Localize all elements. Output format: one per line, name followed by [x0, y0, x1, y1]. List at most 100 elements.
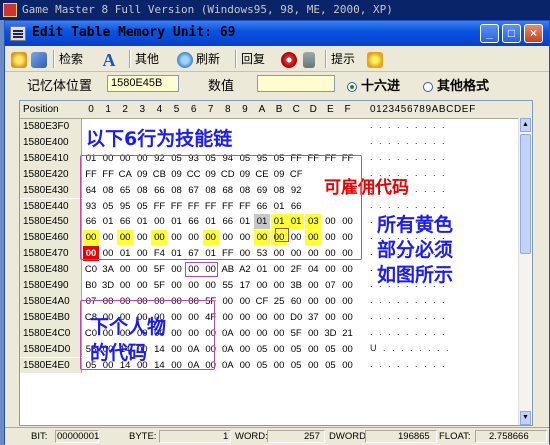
hex-cell[interactable]: 00 — [271, 342, 287, 357]
hex-cell[interactable]: 00 — [186, 278, 202, 293]
font-button[interactable]: A — [101, 49, 120, 69]
hex-cell[interactable]: 00 — [203, 278, 219, 293]
hex-cell[interactable] — [340, 135, 356, 150]
hex-cell[interactable]: 05 — [322, 358, 338, 373]
hex-cell[interactable]: 04 — [305, 262, 321, 277]
hex-cell[interactable]: 00 — [220, 310, 236, 325]
close-button[interactable]: × — [524, 24, 543, 43]
hex-cell[interactable]: D0 — [288, 310, 304, 325]
hex-cell[interactable]: 0A — [220, 358, 236, 373]
minimize-button[interactable]: _ — [480, 24, 499, 43]
hex-cell[interactable]: 00 — [237, 358, 253, 373]
hex-cell[interactable]: 00 — [237, 294, 253, 309]
hex-cell[interactable]: 37 — [305, 310, 321, 325]
hex-cell[interactable]: 00 — [117, 278, 133, 293]
hex-cell[interactable]: 00 — [340, 342, 356, 357]
hex-cell[interactable] — [288, 119, 304, 134]
hex-cell[interactable]: 00 — [254, 278, 270, 293]
hex-cell[interactable] — [322, 119, 338, 134]
hex-cell[interactable] — [271, 119, 287, 134]
hex-cell[interactable] — [322, 135, 338, 150]
hex-cell[interactable]: 00 — [237, 342, 253, 357]
hex-cell[interactable] — [288, 135, 304, 150]
hex-cell[interactable]: 17 — [237, 278, 253, 293]
hex-cell[interactable]: 00 — [322, 310, 338, 325]
wizard-button[interactable] — [367, 49, 386, 69]
hex-cell[interactable]: 00 — [340, 310, 356, 325]
scroll-thumb[interactable] — [520, 134, 531, 254]
hex-cell[interactable]: CF — [254, 294, 270, 309]
hex-cell[interactable]: B0 — [83, 278, 99, 293]
search-button[interactable]: 检索 — [59, 49, 83, 69]
hex-cell[interactable]: 00 — [271, 326, 287, 341]
hex-cell[interactable]: 2F — [288, 262, 304, 277]
hex-cell[interactable] — [305, 119, 321, 134]
hex-cell[interactable]: 00 — [271, 310, 287, 325]
hex-cell[interactable]: 00 — [340, 294, 356, 309]
scroll-up-arrow-icon[interactable]: ▲ — [520, 118, 531, 132]
hex-cell[interactable]: 00 — [271, 358, 287, 373]
hex-cell[interactable]: 00 — [134, 262, 150, 277]
other-button[interactable]: 其他 — [135, 49, 159, 69]
hex-cell[interactable]: 07 — [322, 278, 338, 293]
refresh-button[interactable]: 刷新 — [177, 49, 220, 69]
hex-cell[interactable]: 00 — [271, 262, 287, 277]
edit-table-titlebar[interactable]: Edit Table Memory Unit: 69 _ □ × — [5, 21, 549, 46]
hex-cell[interactable] — [237, 119, 253, 134]
hex-cell[interactable]: 0A — [220, 326, 236, 341]
hex-cell[interactable]: 00 — [305, 326, 321, 341]
tool-a-button[interactable] — [11, 49, 30, 69]
hex-cell[interactable]: 00 — [254, 310, 270, 325]
hex-cell[interactable]: 5F — [288, 326, 304, 341]
address-field[interactable]: 1580E45B — [107, 75, 179, 92]
hex-cell[interactable]: 00 — [305, 294, 321, 309]
hex-cell[interactable]: 3B — [288, 278, 304, 293]
hex-cell[interactable]: 5F — [151, 278, 167, 293]
hex-cell[interactable]: 05 — [254, 342, 270, 357]
hex-cell[interactable]: 00 — [305, 278, 321, 293]
value-field[interactable] — [257, 75, 335, 92]
hex-cell[interactable]: 05 — [254, 358, 270, 373]
hex-cell[interactable]: 00 — [340, 358, 356, 373]
undo-button[interactable] — [281, 49, 300, 69]
hex-cell[interactable]: 00 — [254, 326, 270, 341]
vertical-scrollbar[interactable]: ▲ ▼ — [518, 118, 532, 425]
hex-radio[interactable]: 十六进 — [347, 75, 400, 94]
hex-cell[interactable]: C0 — [83, 262, 99, 277]
hex-cell[interactable]: 00 — [322, 262, 338, 277]
hex-cell[interactable]: 55 — [220, 278, 236, 293]
hex-cell[interactable]: 3A — [100, 262, 116, 277]
hex-cell[interactable]: 60 — [288, 294, 304, 309]
hex-cell[interactable]: 25 — [271, 294, 287, 309]
hex-cell[interactable] — [340, 119, 356, 134]
other-format-radio[interactable]: 其他格式 — [423, 75, 489, 94]
hex-cell[interactable]: 5F — [151, 262, 167, 277]
hex-cell[interactable]: A2 — [237, 262, 253, 277]
hint-button[interactable]: 提示 — [331, 49, 355, 69]
delete-button[interactable] — [303, 49, 318, 69]
hex-cell[interactable]: 05 — [288, 358, 304, 373]
hex-cell[interactable]: 05 — [322, 342, 338, 357]
hex-cell[interactable]: 00 — [305, 342, 321, 357]
maximize-button[interactable]: □ — [502, 24, 521, 43]
hex-cell[interactable]: 00 — [340, 278, 356, 293]
hex-cell[interactable]: 00 — [220, 294, 236, 309]
scroll-down-arrow-icon[interactable]: ▼ — [520, 411, 531, 425]
hex-cell[interactable]: 0A — [220, 342, 236, 357]
hex-cell[interactable]: 00 — [237, 326, 253, 341]
tool-b-button[interactable] — [31, 49, 50, 69]
hex-cell[interactable] — [254, 135, 270, 150]
hex-cell[interactable]: 00 — [169, 278, 185, 293]
hex-cell[interactable]: 01 — [254, 262, 270, 277]
hex-cell[interactable]: 00 — [237, 310, 253, 325]
hex-cell[interactable] — [271, 135, 287, 150]
hex-cell[interactable] — [305, 135, 321, 150]
hex-cell[interactable]: 00 — [305, 358, 321, 373]
hex-cell[interactable]: 3D — [100, 278, 116, 293]
hex-cell[interactable]: AB — [220, 262, 236, 277]
hex-cell[interactable] — [254, 119, 270, 134]
hex-cell[interactable]: 00 — [340, 262, 356, 277]
hex-cell[interactable] — [237, 135, 253, 150]
hex-cell[interactable]: 00 — [117, 262, 133, 277]
hex-cell[interactable]: 00 — [271, 278, 287, 293]
